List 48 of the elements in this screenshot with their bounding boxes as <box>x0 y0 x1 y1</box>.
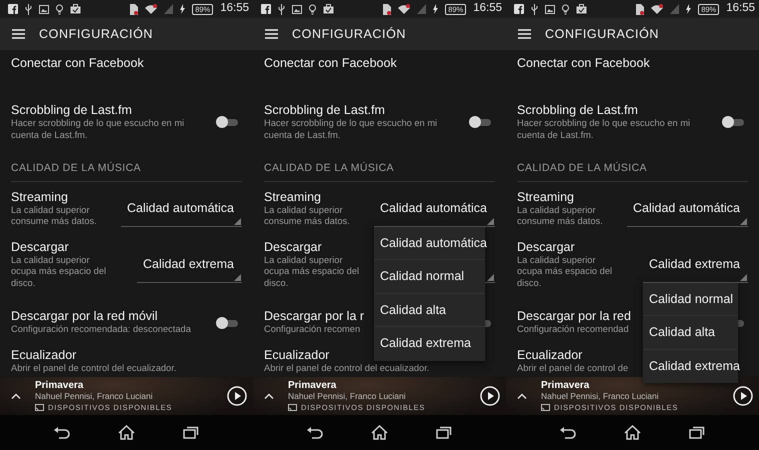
clock-time: 16:55 <box>726 1 755 16</box>
setting-description: La calidad superior ocupa más espacio del disco. <box>11 254 108 290</box>
setting-description: Hacer scrobbling de lo que escucho en mi cuenta de Last.fm. <box>517 118 692 141</box>
track-title: Primavera <box>288 380 338 390</box>
section-header: CALIDAD DE LA MÚSICA <box>517 147 748 182</box>
track-artist: Nahuel Pennisi, Franco Luciani <box>288 390 407 402</box>
setting-title: Conectar con Facebook <box>517 56 650 71</box>
setting-description: Hacer scrobbling de lo que escucho en mi cuenta de Last.fm. <box>264 118 438 141</box>
screen-title: CONFIGURACIÓN <box>545 26 660 43</box>
setting-title: Ecualizador <box>11 348 76 363</box>
screen-title: CONFIGURACIÓN <box>292 26 406 43</box>
setting-title: Ecualizador <box>517 348 582 363</box>
setting-description: La calidad superior consume más datos. <box>264 204 351 228</box>
track-title: Primavera <box>35 380 84 390</box>
setting-description: Abrir el panel de control del ecualizador. <box>264 362 430 374</box>
track-artist: Nahuel Pennisi, Franco Luciani <box>35 390 154 402</box>
section-header: CALIDAD DE LA MÚSICA <box>264 147 495 182</box>
setting-title: Descargar por la red <box>517 309 631 324</box>
clock-time: 16:55 <box>220 1 249 16</box>
setting-title: Descargar <box>517 240 575 255</box>
setting-description: Abrir el panel de control de <box>517 362 628 374</box>
setting-title: Scrobbling de Last.fm <box>517 103 638 118</box>
setting-title: Descargar por la r <box>264 309 364 324</box>
setting-description: La calidad superior ocupa más espacio del disco. <box>264 254 360 290</box>
setting-title: Scrobbling de Last.fm <box>264 103 385 118</box>
setting-description: Configuración recomendad <box>517 324 629 336</box>
screen-title: CONFIGURACIÓN <box>39 26 154 43</box>
setting-description: Configuración recomen <box>264 324 360 336</box>
setting-description: Abrir el panel de control del ecualizador. <box>11 362 176 374</box>
setting-title: Descargar <box>264 240 322 255</box>
setting-description: La calidad superior ocupa más espacio del disco. <box>517 254 614 290</box>
setting-title: Ecualizador <box>264 348 330 363</box>
track-title: Primavera <box>541 380 590 390</box>
setting-title: Descargar <box>11 240 69 255</box>
setting-title: Scrobbling de Last.fm <box>11 103 132 118</box>
section-header: CALIDAD DE LA MÚSICA <box>11 147 242 182</box>
setting-title: Conectar con Facebook <box>11 56 144 71</box>
setting-description: La calidad superior consume más datos. <box>517 204 604 228</box>
setting-title: Streaming <box>264 190 321 205</box>
setting-title: Conectar con Facebook <box>264 56 397 71</box>
setting-title: Streaming <box>517 190 574 205</box>
setting-title: Streaming <box>11 190 68 205</box>
setting-description: Configuración recomendada: desconectada <box>11 324 191 336</box>
setting-description: La calidad superior consume más datos. <box>11 204 98 228</box>
setting-description: Hacer scrobbling de lo que escucho en mi cuenta de Last.fm. <box>11 118 186 141</box>
track-artist: Nahuel Pennisi, Franco Luciani <box>541 390 660 402</box>
clock-time: 16:55 <box>473 1 502 16</box>
setting-title: Descargar por la red móvil <box>11 309 158 324</box>
